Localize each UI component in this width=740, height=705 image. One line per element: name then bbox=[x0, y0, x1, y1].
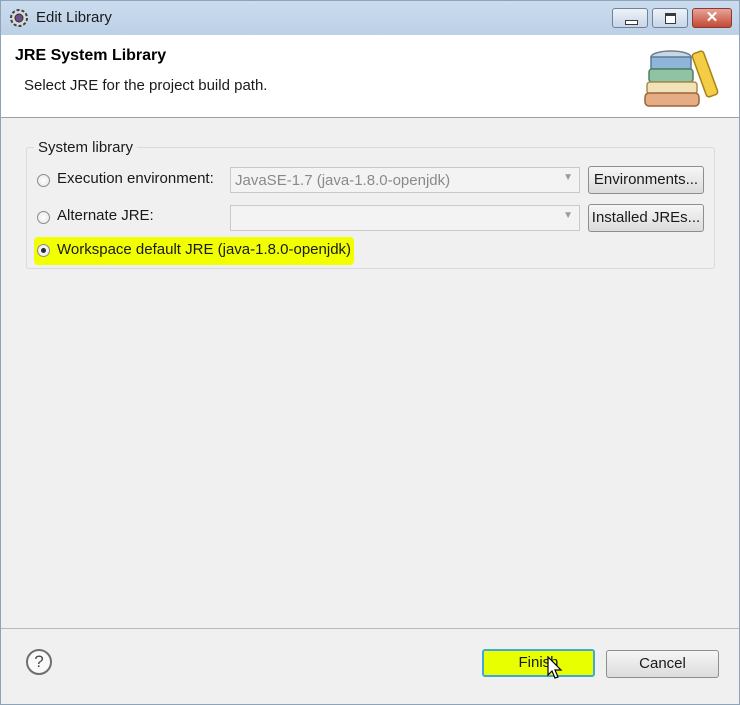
chevron-down-icon: ▼ bbox=[563, 172, 573, 183]
maximize-icon bbox=[665, 13, 676, 24]
close-icon: ✕ bbox=[705, 9, 719, 26]
header-banner: JRE System Library Select JRE for the pr… bbox=[1, 35, 739, 118]
page-description: Select JRE for the project build path. bbox=[24, 77, 268, 94]
eclipse-gear-icon bbox=[10, 9, 28, 27]
cancel-button[interactable]: Cancel bbox=[606, 650, 719, 678]
close-button[interactable]: ✕ bbox=[692, 8, 732, 28]
title-bar[interactable]: Edit Library ✕ bbox=[1, 1, 739, 35]
execution-environment-label: Execution environment: bbox=[57, 170, 214, 187]
execution-environment-combo[interactable]: JavaSE-1.7 (java-1.8.0-openjdk) ▼ bbox=[230, 167, 580, 193]
mouse-cursor-icon bbox=[547, 656, 563, 679]
books-icon bbox=[644, 50, 719, 107]
edit-library-dialog: Edit Library ✕ JRE System Library Select… bbox=[0, 0, 740, 705]
workspace-default-jre-label: Workspace default JRE (java-1.8.0-openjd… bbox=[57, 241, 352, 258]
footer-separator bbox=[1, 628, 739, 629]
radio-execution-environment[interactable] bbox=[37, 174, 50, 187]
finish-button[interactable]: Finish bbox=[482, 649, 595, 677]
installed-jres-button[interactable]: Installed JREs... bbox=[588, 204, 704, 232]
alternate-jre-label: Alternate JRE: bbox=[57, 207, 154, 224]
maximize-button[interactable] bbox=[652, 8, 688, 28]
chevron-down-icon: ▼ bbox=[563, 210, 573, 221]
help-icon[interactable]: ? bbox=[26, 649, 52, 675]
radio-alternate-jre[interactable] bbox=[37, 211, 50, 224]
alternate-jre-combo[interactable]: ▼ bbox=[230, 205, 580, 231]
execution-environment-value: JavaSE-1.7 (java-1.8.0-openjdk) bbox=[235, 172, 451, 189]
window-title: Edit Library bbox=[36, 9, 112, 26]
page-title: JRE System Library bbox=[15, 47, 167, 64]
group-label: System library bbox=[34, 139, 138, 156]
minimize-button[interactable] bbox=[612, 8, 648, 28]
environments-button[interactable]: Environments... bbox=[588, 166, 704, 194]
radio-workspace-default-jre[interactable] bbox=[37, 244, 50, 257]
minimize-icon bbox=[625, 20, 638, 25]
